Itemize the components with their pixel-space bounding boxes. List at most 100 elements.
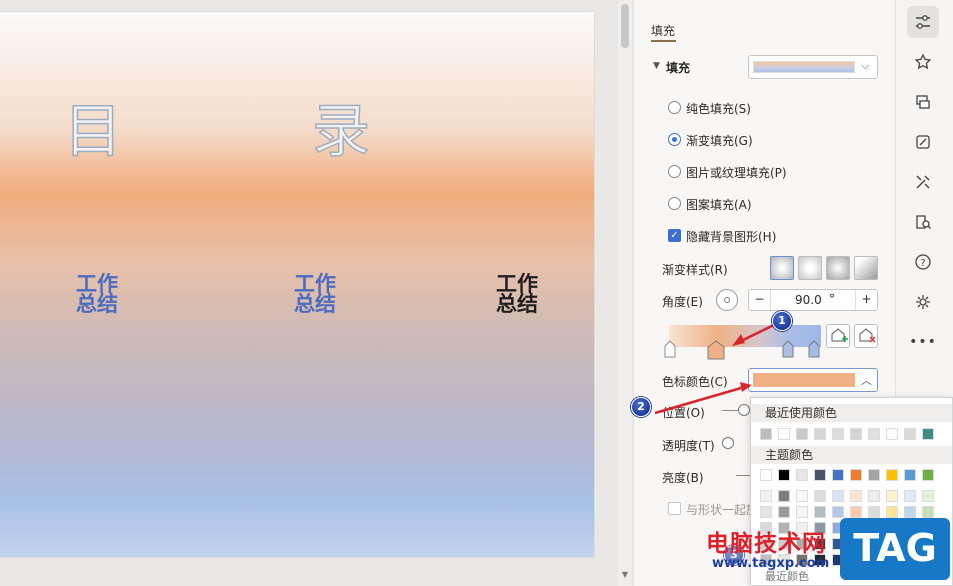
rotate-with-shape-checkbox[interactable] xyxy=(668,502,681,515)
theme-color-swatch[interactable] xyxy=(832,469,844,481)
theme-shade-swatch[interactable] xyxy=(868,490,880,502)
properties-rail-button[interactable] xyxy=(907,6,939,38)
theme-shade-swatch[interactable] xyxy=(814,506,826,518)
theme-shade-swatch[interactable] xyxy=(850,490,862,502)
slide-item-2[interactable]: 工作 总结 xyxy=(280,274,350,315)
recent-color-swatch[interactable] xyxy=(850,428,862,440)
fill-preset-dropdown[interactable]: ⌵ xyxy=(748,55,878,79)
more-icon[interactable]: ••• xyxy=(907,326,939,358)
angle-dial[interactable] xyxy=(716,289,738,311)
add-stop-button[interactable] xyxy=(826,324,850,348)
option-gradient-fill[interactable]: 渐变填充(G) xyxy=(686,132,753,149)
theme-color-swatch[interactable] xyxy=(904,469,916,481)
theme-color-swatch[interactable] xyxy=(778,469,790,481)
option-picture-fill[interactable]: 图片或纹理填充(P) xyxy=(686,164,787,181)
option-solid-fill[interactable]: 纯色填充(S) xyxy=(686,100,751,117)
star-rail-button[interactable] xyxy=(907,46,939,78)
slide-item-3[interactable]: 工作 总结 xyxy=(482,274,552,315)
recent-color-swatch[interactable] xyxy=(886,428,898,440)
angle-value[interactable]: 90.0 xyxy=(795,293,822,307)
hide-bg-checkbox[interactable]: ✓ xyxy=(668,229,681,242)
recent-color-swatch[interactable] xyxy=(922,428,934,440)
tools-rail-button[interactable] xyxy=(907,166,939,198)
recent-color-swatch[interactable] xyxy=(832,428,844,440)
theme-color-swatch[interactable] xyxy=(886,469,898,481)
theme-shade-swatch[interactable] xyxy=(850,506,862,518)
slide-item-1-line2: 总结 xyxy=(76,292,118,316)
recent-color-swatch[interactable] xyxy=(868,428,880,440)
recent-color-swatch[interactable] xyxy=(814,428,826,440)
theme-shade-swatch[interactable] xyxy=(904,490,916,502)
transparency-slider-thumb[interactable] xyxy=(722,437,734,449)
scroll-down-icon[interactable]: ▼ xyxy=(620,570,630,580)
position-label: 位置(O) xyxy=(662,406,705,420)
theme-shade-swatch[interactable] xyxy=(832,506,844,518)
rotate-with-shape-label[interactable]: 与形状一起旋 xyxy=(686,501,758,518)
gradient-stop-3 xyxy=(782,340,794,358)
angle-increment-button[interactable]: + xyxy=(855,290,877,310)
slide-title-char-left[interactable]: 目 xyxy=(63,84,123,168)
theme-shade-swatch[interactable] xyxy=(832,490,844,502)
sliders-icon xyxy=(916,15,930,29)
star-icon xyxy=(914,53,932,70)
design-rail-button[interactable] xyxy=(907,126,939,158)
angle-unit: ° xyxy=(829,292,835,306)
theme-color-swatch[interactable] xyxy=(850,469,862,481)
recent-color-swatch[interactable] xyxy=(796,428,808,440)
radio-gradient-fill[interactable] xyxy=(668,133,681,146)
tab-fill[interactable]: 填充 xyxy=(651,22,675,39)
slide-item-1[interactable]: 工作 总结 xyxy=(62,274,132,316)
radio-pattern-fill[interactable] xyxy=(668,197,681,210)
stop-color-dropdown[interactable]: ︿ xyxy=(748,368,878,392)
theme-color-swatch[interactable] xyxy=(868,469,880,481)
theme-shade-swatch[interactable] xyxy=(796,490,808,502)
gradient-style-linear-button[interactable] xyxy=(770,256,794,280)
recent-colors-title: 最近使用颜色 xyxy=(751,404,952,422)
recent-color-swatch[interactable] xyxy=(904,428,916,440)
help-rail-button[interactable]: ? xyxy=(907,246,939,278)
theme-color-swatch[interactable] xyxy=(796,469,808,481)
theme-shade-swatch[interactable] xyxy=(778,490,790,502)
recent-color-swatch[interactable] xyxy=(760,428,772,440)
theme-color-swatch[interactable] xyxy=(922,469,934,481)
angle-decrement-button[interactable]: − xyxy=(749,290,771,310)
book-search-rail-button[interactable] xyxy=(907,206,939,238)
stop-color-swatch xyxy=(753,373,855,387)
theme-shade-swatch[interactable] xyxy=(886,490,898,502)
theme-shade-swatch[interactable] xyxy=(778,506,790,518)
transition-rail-button[interactable] xyxy=(907,86,939,118)
gradient-style-path-button[interactable] xyxy=(854,256,878,280)
theme-color-swatch[interactable] xyxy=(760,469,772,481)
collapse-triangle-icon[interactable]: ▼ xyxy=(653,61,660,71)
position-slider-thumb[interactable] xyxy=(738,404,750,416)
theme-shade-swatch[interactable] xyxy=(814,490,826,502)
brightness-slider-track[interactable] xyxy=(736,475,750,476)
radio-picture-fill[interactable] xyxy=(668,165,681,178)
delete-stop-button[interactable] xyxy=(854,324,878,348)
recent-color-swatch[interactable] xyxy=(778,428,790,440)
option-pattern-fill[interactable]: 图案填充(A) xyxy=(686,196,752,213)
theme-shade-swatch[interactable] xyxy=(922,506,934,518)
theme-shade-swatch[interactable] xyxy=(868,506,880,518)
slide-title-char-right[interactable]: 录 xyxy=(311,84,371,168)
add-stop-icon xyxy=(831,328,848,342)
theme-shade-swatch[interactable] xyxy=(886,506,898,518)
fill-section-title[interactable]: 填充 xyxy=(666,59,690,76)
gradient-style-radial-button[interactable] xyxy=(798,256,822,280)
theme-shade-swatch[interactable] xyxy=(760,506,772,518)
theme-shade-swatch[interactable] xyxy=(796,506,808,518)
gradient-stops[interactable] xyxy=(663,340,828,360)
theme-colors-title: 主题颜色 xyxy=(751,446,952,464)
theme-shade-swatch[interactable] xyxy=(922,490,934,502)
vertical-scrollbar[interactable] xyxy=(618,0,632,586)
gradient-stop-2-selected xyxy=(707,340,725,360)
settings-rail-button[interactable] xyxy=(907,286,939,318)
gradient-style-rect-button[interactable] xyxy=(826,256,850,280)
angle-stepper[interactable]: − 90.0 ° + xyxy=(748,289,878,311)
theme-shade-swatch[interactable] xyxy=(904,506,916,518)
theme-shade-swatch[interactable] xyxy=(760,490,772,502)
theme-color-swatch[interactable] xyxy=(814,469,826,481)
radio-solid-fill[interactable] xyxy=(668,101,681,114)
scrollbar-thumb[interactable] xyxy=(621,4,629,48)
hide-bg-label[interactable]: 隐藏背景图形(H) xyxy=(686,228,776,245)
